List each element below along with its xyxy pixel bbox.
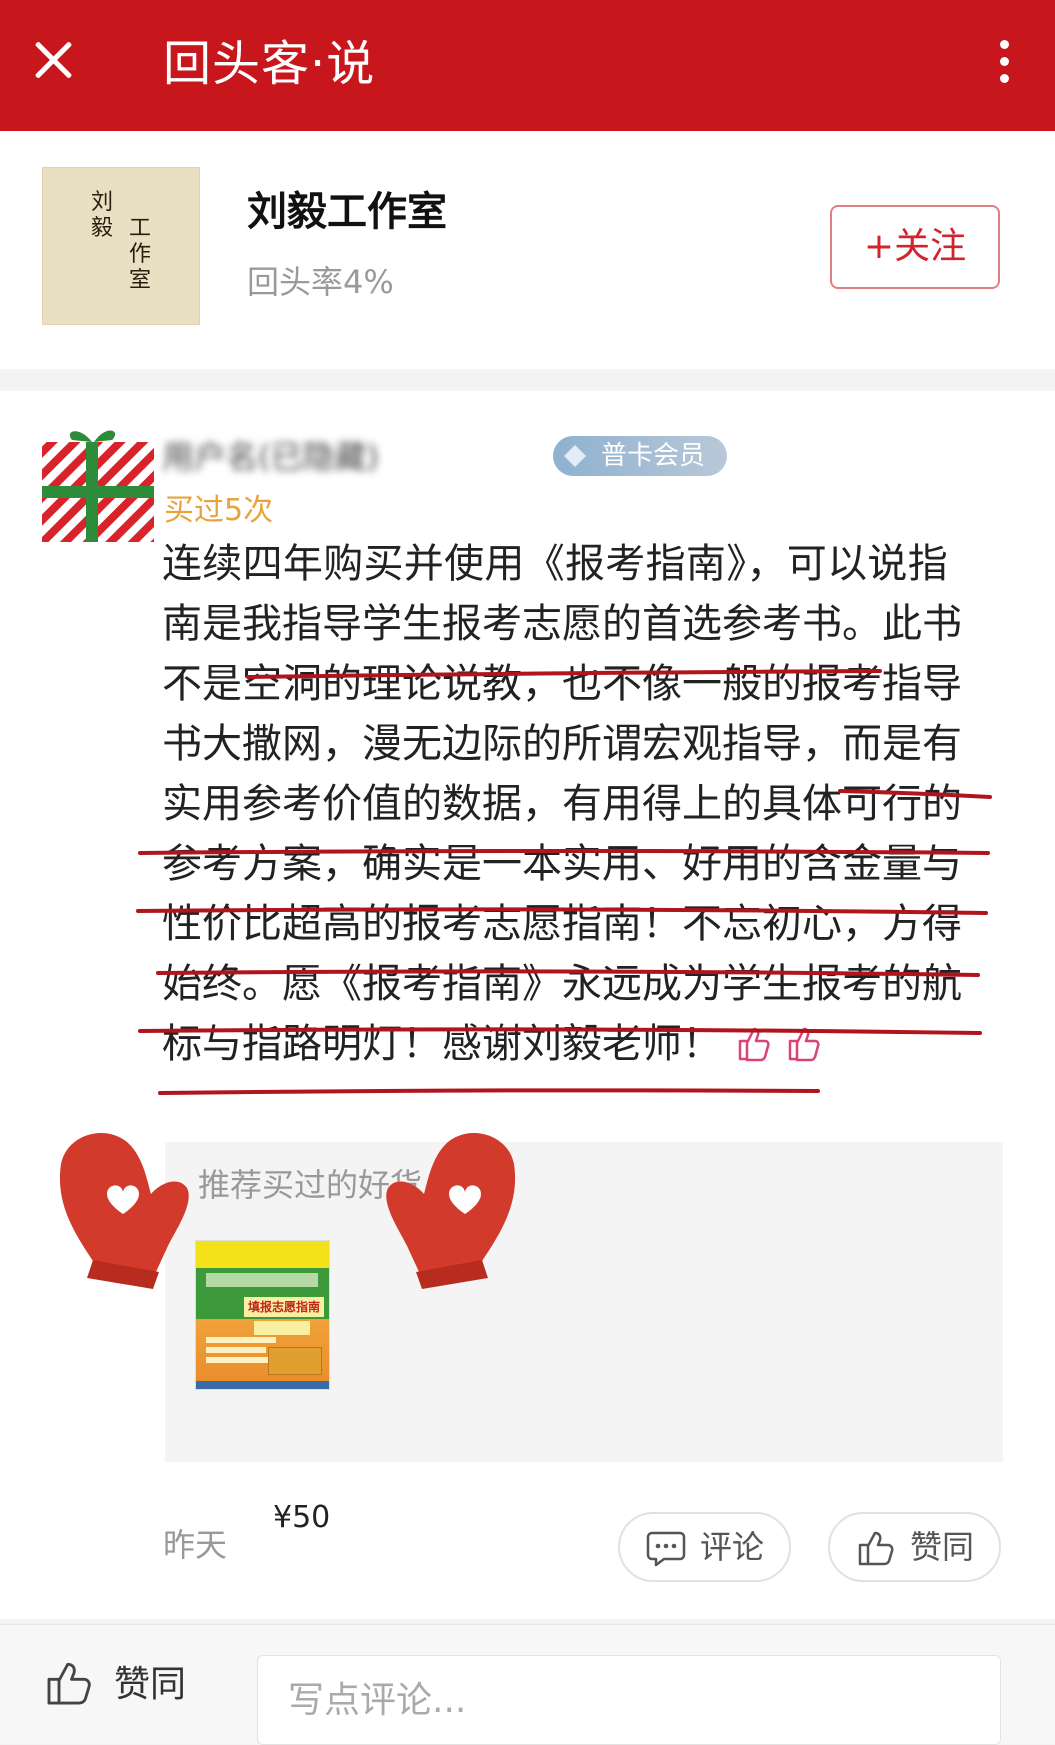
gift-avatar-icon[interactable]	[42, 424, 154, 542]
comment-button[interactable]: 评论	[618, 1512, 791, 1582]
thumbs-up-icon	[47, 1662, 91, 1705]
review-date: 昨天	[163, 1526, 228, 1564]
left-mitten-icon	[59, 1133, 189, 1289]
bottom-like-label: 赞同	[114, 1664, 187, 1705]
review-line-last: 标与指路明灯！感谢刘毅老师！	[162, 1014, 972, 1074]
review-line: 标与指路明灯！感谢刘毅老师！	[162, 1021, 722, 1067]
review-line: 参考方案，确实是一本实用、好用的含金量与	[162, 841, 962, 887]
review-line: 不是空洞的理论说教，也不像一般的报考指导	[162, 661, 962, 707]
review-line: 书大撒网，漫无边际的所谓宏观指导，而是有	[162, 721, 962, 767]
comment-icon	[646, 1531, 686, 1567]
shop-logo-text-2: 工作室	[129, 216, 152, 293]
thumbs-up-emoji-icon	[788, 1027, 820, 1062]
member-badge: 普卡会员	[553, 436, 728, 476]
review-line: 南是我指导学生报考志愿的首选参考书。此书	[162, 601, 962, 647]
product-price: ¥50	[273, 1500, 331, 1535]
bottom-bar: 赞同	[0, 1624, 1055, 1745]
review-line: 性价比超高的报考志愿指南！不忘初心，方得	[162, 901, 962, 947]
comment-input[interactable]	[257, 1655, 1001, 1745]
shop-name[interactable]: 刘毅工作室	[247, 187, 447, 237]
right-mitten-icon	[386, 1133, 516, 1289]
top-bar: 回头客·说	[0, 0, 1055, 131]
more-vertical-icon[interactable]	[996, 40, 1012, 88]
comment-label: 评论	[700, 1528, 765, 1566]
bought-count: 买过5次	[164, 493, 274, 528]
product-cover-image: 填报志愿指南	[195, 1240, 330, 1390]
shop-logo-text-1: 刘毅	[91, 190, 114, 241]
review-line: 始终。愿《报考指南》永远成为学生报考的航	[162, 961, 962, 1007]
review-line: 实用参考价值的数据，有用得上的具体可行的	[162, 781, 962, 827]
product-cover-title: 填报志愿指南	[244, 1297, 324, 1317]
recommended-goods: 推荐买过的好货 填报志愿指南 ¥50	[165, 1142, 1003, 1535]
return-rate: 回头率4%	[247, 263, 394, 301]
review-card: 用户名(已隐藏) 普卡会员 买过5次 连续四年购买并使用《报考指南》，可以说指 …	[0, 391, 1055, 1619]
shop-logo[interactable]: 刘毅 工作室	[42, 167, 200, 325]
member-badge-label: 普卡会员	[601, 441, 706, 471]
thumbs-up-icon	[858, 1531, 894, 1566]
close-icon[interactable]	[28, 34, 80, 86]
shop-header: 刘毅 工作室 刘毅工作室 回头率4% +关注	[0, 131, 1055, 369]
review-line: 连续四年购买并使用《报考指南》，可以说指	[162, 541, 948, 587]
follow-button[interactable]: +关注	[830, 205, 1000, 289]
diamond-icon	[564, 445, 586, 467]
product-card[interactable]: 填报志愿指南 ¥50	[195, 1240, 345, 1535]
reviewer-name[interactable]: 用户名(已隐藏)	[162, 435, 512, 479]
review-text: 连续四年购买并使用《报考指南》，可以说指 南是我指导学生报考志愿的首选参考书。此…	[162, 534, 972, 1074]
thumbs-up-emoji-icon	[738, 1027, 770, 1062]
page-title: 回头客·说	[163, 36, 376, 92]
like-button[interactable]: 赞同	[828, 1512, 1001, 1582]
bottom-like-button[interactable]: 赞同	[44, 1655, 204, 1715]
like-label: 赞同	[910, 1528, 975, 1566]
